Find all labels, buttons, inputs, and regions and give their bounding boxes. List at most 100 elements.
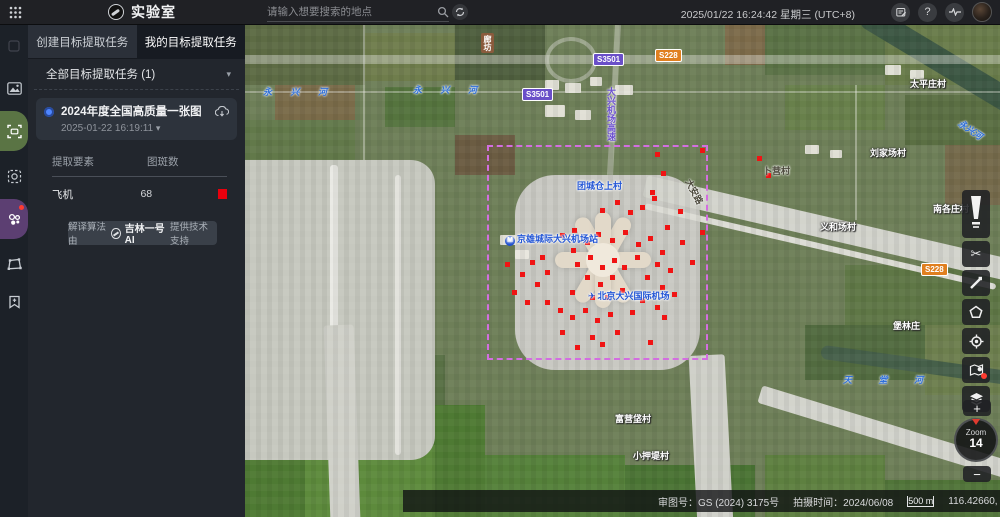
map-label: 廊坊 [481, 33, 494, 53]
detection-marker[interactable] [600, 265, 605, 270]
task-card[interactable]: 2024年度全国高质量一张图 2025-01-22 16:19:11 ▾ [36, 98, 237, 140]
detection-marker[interactable] [575, 262, 580, 267]
search-icon[interactable] [437, 6, 449, 18]
divider [34, 89, 239, 90]
detection-marker[interactable] [665, 225, 670, 230]
task-radio[interactable] [44, 107, 54, 117]
detection-marker[interactable] [615, 200, 620, 205]
detection-marker[interactable] [583, 308, 588, 313]
polygon-tool-icon[interactable] [0, 247, 28, 281]
target-extract-icon[interactable] [0, 111, 28, 151]
draw-line-icon[interactable] [962, 270, 990, 296]
download-cloud-icon[interactable] [215, 106, 229, 117]
detection-marker[interactable] [690, 260, 695, 265]
detection-marker[interactable] [530, 260, 535, 265]
detection-marker[interactable] [570, 315, 575, 320]
cluster-classify-icon[interactable] [0, 199, 28, 239]
map-label: 刘家场村 [870, 146, 906, 159]
annotate-pin-icon[interactable] [962, 357, 990, 383]
detection-marker[interactable] [655, 152, 660, 157]
detection-marker[interactable] [622, 265, 627, 270]
detection-marker[interactable] [630, 310, 635, 315]
detection-marker[interactable] [570, 290, 575, 295]
detection-marker[interactable] [648, 236, 653, 241]
detection-marker[interactable] [660, 250, 665, 255]
detection-marker[interactable] [608, 312, 613, 317]
capture-value: 2024/06/08 [843, 498, 893, 509]
detection-marker[interactable] [525, 300, 530, 305]
detection-marker[interactable] [505, 262, 510, 267]
locate-icon[interactable] [962, 328, 990, 354]
draw-polygon-icon[interactable] [962, 299, 990, 325]
clip-scissors-icon[interactable]: ✂ [962, 241, 990, 267]
detection-marker[interactable] [645, 275, 650, 280]
tab-my-tasks[interactable]: 我的目标提取任务 [137, 25, 246, 59]
detection-marker[interactable] [512, 290, 517, 295]
detection-marker[interactable] [598, 282, 603, 287]
detection-marker[interactable] [662, 315, 667, 320]
detection-marker[interactable] [558, 308, 563, 313]
measure-icon[interactable] [962, 190, 990, 238]
detection-marker[interactable] [612, 258, 617, 263]
detection-marker[interactable] [560, 330, 565, 335]
jilin1-logo-icon [111, 228, 120, 239]
notes-icon[interactable] [891, 3, 910, 22]
help-icon[interactable]: ? [918, 3, 937, 22]
detection-marker[interactable] [652, 196, 657, 201]
detection-marker[interactable] [648, 340, 653, 345]
detection-marker[interactable] [636, 242, 641, 247]
detection-marker[interactable] [588, 255, 593, 260]
detection-marker[interactable] [600, 208, 605, 213]
detection-marker[interactable] [628, 210, 633, 215]
detection-marker[interactable] [655, 262, 660, 267]
tab-create-task[interactable]: 创建目标提取任务 [28, 25, 137, 59]
map-label: 大兴机场高速 [605, 87, 618, 141]
detection-marker[interactable] [668, 268, 673, 273]
focus-scan-icon[interactable] [0, 159, 28, 193]
detection-marker[interactable] [590, 335, 595, 340]
app-dim-icon[interactable] [0, 29, 28, 63]
detection-marker[interactable] [757, 156, 762, 161]
detection-marker[interactable] [545, 270, 550, 275]
map-canvas[interactable]: 太平庄村刘家场村南各庄村义和场村卜营村团城仓上村M京雄城际大兴机场站✈北京大兴国… [245, 25, 1000, 517]
detection-marker[interactable] [700, 230, 705, 235]
table-row[interactable]: 飞机 68 [52, 183, 227, 205]
apps-grid-icon[interactable] [0, 6, 30, 19]
notification-dot [981, 373, 987, 379]
detection-marker[interactable] [661, 171, 666, 176]
zoom-out-button[interactable]: − [963, 466, 991, 482]
search-input[interactable] [267, 6, 437, 18]
image-icon[interactable] [0, 71, 28, 105]
all-tasks-dropdown[interactable]: 全部目标提取任务 (1) ▾ [28, 59, 245, 89]
detection-marker[interactable] [595, 318, 600, 323]
detection-marker[interactable] [585, 275, 590, 280]
detection-marker[interactable] [623, 230, 628, 235]
detection-marker[interactable] [520, 272, 525, 277]
avatar[interactable] [972, 2, 992, 22]
task-timestamp-row[interactable]: 2025-01-22 16:19:11 ▾ [61, 123, 229, 134]
bookmark-add-icon[interactable] [0, 285, 28, 319]
zoom-dial[interactable]: Zoom 14 [954, 418, 998, 462]
map-label: 堡林庄 [893, 319, 920, 332]
detection-marker[interactable] [615, 330, 620, 335]
activity-icon[interactable] [945, 3, 964, 22]
detection-marker[interactable] [535, 282, 540, 287]
detection-marker[interactable] [545, 300, 550, 305]
detection-marker[interactable] [680, 240, 685, 245]
detection-marker[interactable] [640, 205, 645, 210]
detection-marker[interactable] [672, 292, 677, 297]
zoom-in-button[interactable]: + [963, 400, 991, 416]
detection-marker[interactable] [571, 248, 576, 253]
detection-marker[interactable] [678, 209, 683, 214]
detection-marker[interactable] [610, 238, 615, 243]
detection-marker[interactable] [540, 255, 545, 260]
detection-marker[interactable] [650, 190, 655, 195]
detection-marker[interactable] [700, 148, 705, 153]
detection-marker[interactable] [635, 255, 640, 260]
detection-marker[interactable] [655, 305, 660, 310]
detection-marker[interactable] [600, 342, 605, 347]
detection-marker[interactable] [610, 275, 615, 280]
detection-marker[interactable] [575, 345, 580, 350]
map-label: M京雄城际大兴机场站 [505, 232, 598, 246]
sync-icon[interactable] [452, 4, 468, 20]
